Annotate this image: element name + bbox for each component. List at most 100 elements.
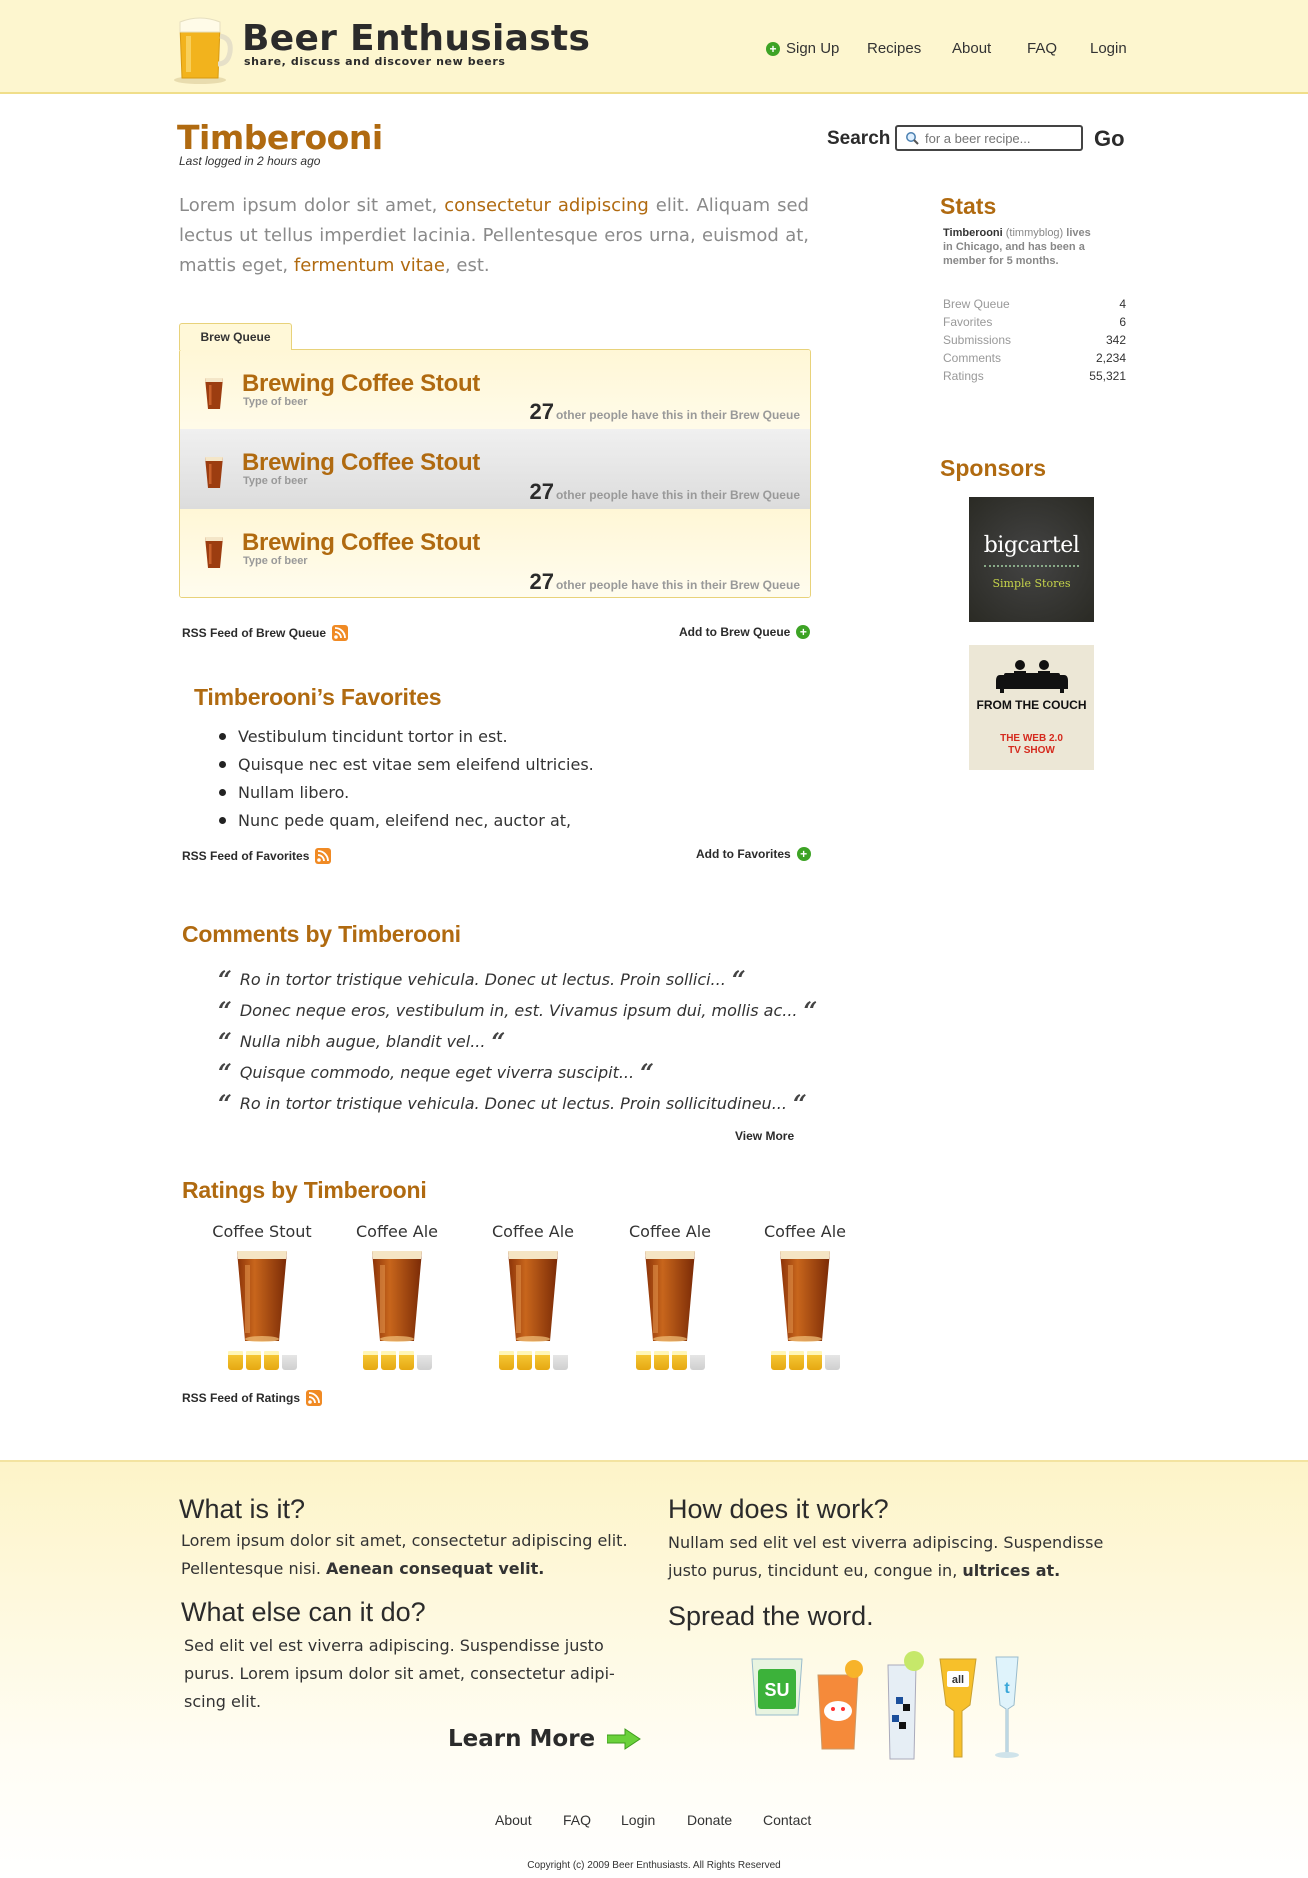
rating-mugs [750,1351,860,1370]
footer-how-title: How does it work? [668,1494,889,1524]
reddit-icon[interactable] [817,1660,863,1750]
brew-queue-item-name[interactable]: Brewing Coffee Stout [242,449,480,477]
stat-value: 342 [1105,333,1126,347]
comment-item[interactable]: “ Ro in tortor tristique vehicula. Donec … [218,1088,817,1119]
rating-mug-filled-icon[interactable] [770,1351,786,1370]
stat-label: Favorites [943,315,993,329]
search-input[interactable] [925,130,1075,146]
comment-item[interactable]: “ Nulla nibh augue, blandit vel... “ [218,1026,817,1057]
rating-mug-empty-icon[interactable] [552,1351,568,1370]
favorite-item[interactable]: Nunc pede quam, eleifend nec, auctor at, [219,806,594,834]
plus-circle-icon: + [796,847,811,861]
rating-mug-filled-icon[interactable] [498,1351,514,1370]
site-brand-title[interactable]: Beer Enthusiasts [242,18,590,59]
sponsor-ad-bigcartel[interactable]: bigcartel Simple Stores [969,497,1094,622]
sponsor-ad-from-the-couch[interactable]: FROM THE COUCH THE WEB 2.0 TV SHOW [969,645,1094,770]
beer-pint-icon [645,1251,695,1342]
rating-mug-filled-icon[interactable] [362,1351,378,1370]
brew-queue-item[interactable]: Brewing Coffee Stout Type of beer 27 oth… [180,429,810,509]
intro-link-1[interactable]: consectetur adipiscing [444,195,649,216]
rating-mug-filled-icon[interactable] [806,1351,822,1370]
rating-mug-filled-icon[interactable] [653,1351,669,1370]
rating-mug-filled-icon[interactable] [635,1351,651,1370]
rss-feed-icon [332,625,349,641]
quote-open-icon: “ [218,1057,232,1087]
rss-favorites-link[interactable]: RSS Feed of Favorites [182,848,332,864]
rating-mug-empty-icon[interactable] [689,1351,705,1370]
footer-nav-about[interactable]: About [495,1812,532,1828]
stats-user: Timberooni [943,227,1003,239]
add-to-favorites-label: Add to Favorites [696,847,791,861]
rating-item[interactable]: Coffee Ale [342,1222,452,1370]
rating-mug-filled-icon[interactable] [398,1351,414,1370]
brew-queue-item-name[interactable]: Brewing Coffee Stout [242,529,480,557]
comments-title: Comments by Timberooni [182,921,461,947]
rating-mug-filled-icon[interactable] [671,1351,687,1370]
profile-name: Timberooni [177,118,383,157]
footer-nav-contact[interactable]: Contact [763,1812,811,1828]
comment-item[interactable]: “ Quisque commodo, neque eget viverra sus… [218,1057,817,1088]
rating-mug-empty-icon[interactable] [281,1351,297,1370]
comment-text: Quisque commodo, neque eget viverra susc… [239,1063,635,1082]
footer-what-text: Lorem ipsum dolor sit amet, consectetur … [181,1527,641,1583]
add-to-brew-queue-link[interactable]: Add to Brew Queue + [679,625,811,639]
twitter-icon[interactable]: t [995,1656,1019,1758]
rating-mug-filled-icon[interactable] [788,1351,804,1370]
rating-item[interactable]: Coffee Ale [478,1222,588,1370]
stumbleupon-icon[interactable]: SU [751,1658,803,1716]
digg-icon[interactable]: all [939,1658,977,1758]
brew-queue-count-text: other people have this in their Brew Que… [555,408,800,422]
nav-recipes[interactable]: Recipes [867,40,921,57]
intro-link-2[interactable]: fermentum vitae [294,255,445,276]
rating-mug-filled-icon[interactable] [380,1351,396,1370]
comment-item[interactable]: “ Donec neque eros, vestibulum in, est. V… [218,995,817,1026]
rating-mug-filled-icon[interactable] [516,1351,532,1370]
footer-nav-faq[interactable]: FAQ [563,1812,591,1828]
rss-ratings-link[interactable]: RSS Feed of Ratings [182,1390,323,1406]
rating-mug-empty-icon[interactable] [824,1351,840,1370]
footer-nav-donate[interactable]: Donate [687,1812,732,1828]
view-more-comments-link[interactable]: View More [735,1129,794,1143]
rating-mugs [478,1351,588,1370]
brew-queue-item-name[interactable]: Brewing Coffee Stout [242,370,480,398]
favorite-item[interactable]: Quisque nec est vitae sem eleifend ultri… [219,750,594,778]
search-field[interactable] [895,125,1083,151]
sponsors-title: Sponsors [940,455,1047,481]
footer-nav-login[interactable]: Login [621,1812,655,1828]
sponsor-ad-name: bigcartel [983,533,1080,558]
stat-value: 6 [1119,315,1126,329]
nav-login[interactable]: Login [1090,40,1127,57]
rating-item[interactable]: Coffee Stout [207,1222,317,1370]
learn-more-button[interactable]: Learn More [448,1726,642,1752]
rating-mug-filled-icon[interactable] [227,1351,243,1370]
delicious-icon[interactable] [887,1651,924,1760]
search-go-button[interactable]: Go [1094,126,1125,152]
rating-item[interactable]: Coffee Ale [750,1222,860,1370]
pint-glass-icon [205,457,223,488]
brew-queue-count-text: other people have this in their Brew Que… [555,578,800,592]
comment-text: Donec neque eros, vestibulum in, est. Vi… [239,1001,798,1020]
brew-queue-item[interactable]: Brewing Coffee Stout Type of beer 27 oth… [180,350,810,429]
brew-queue-item[interactable]: Brewing Coffee Stout Type of beer 27 oth… [180,509,810,597]
nav-faq[interactable]: FAQ [1027,40,1057,57]
rating-mug-filled-icon[interactable] [534,1351,550,1370]
couch-silhouette-icon [996,660,1068,693]
comment-text: Ro in tortor tristique vehicula. Donec u… [239,1094,787,1113]
learn-more-label: Learn More [448,1726,596,1752]
footer-what-title: What is it? [179,1494,306,1524]
beer-mug-logo-icon[interactable] [172,12,234,84]
rating-mug-empty-icon[interactable] [416,1351,432,1370]
rating-mug-filled-icon[interactable] [245,1351,261,1370]
rating-beer-name: Coffee Ale [356,1222,438,1241]
nav-sign-up[interactable]: + Sign Up [766,40,839,57]
sponsor-ad-line-2: TV SHOW [1008,745,1055,756]
favorite-item[interactable]: Nullam libero. [219,778,594,806]
favorite-item[interactable]: Vestibulum tincidunt tortor in est. [219,722,594,750]
rating-mug-filled-icon[interactable] [263,1351,279,1370]
tab-brew-queue[interactable]: Brew Queue [179,323,292,350]
nav-about[interactable]: About [952,40,991,57]
add-to-favorites-link[interactable]: Add to Favorites + [696,847,811,861]
comment-item[interactable]: “ Ro in tortor tristique vehicula. Donec … [218,964,817,995]
rss-brew-queue-link[interactable]: RSS Feed of Brew Queue [182,625,349,641]
rating-item[interactable]: Coffee Ale [615,1222,725,1370]
